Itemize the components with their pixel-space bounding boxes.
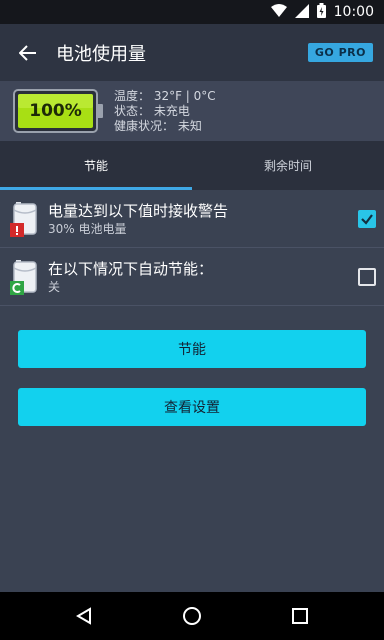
battery-percent: 100% <box>29 101 82 121</box>
battery-health: 健康状况： 未知 <box>114 118 202 133</box>
battery-state: 状态： 未充电 <box>114 103 190 118</box>
signal-icon <box>294 3 309 22</box>
back-button[interactable] <box>0 24 56 81</box>
tab-bar: 节能 剩余时间 <box>0 141 384 190</box>
view-settings-button[interactable]: 查看设置 <box>18 388 366 426</box>
auto-saving-checkbox[interactable] <box>358 267 376 286</box>
go-pro-button[interactable]: GO PRO <box>307 43 373 62</box>
system-nav-bar <box>0 592 384 640</box>
battery-saver-icon <box>0 248 48 306</box>
battery-level-indicator: 100% <box>13 89 105 133</box>
nav-home-button[interactable] <box>168 592 216 640</box>
nav-back-button[interactable] <box>60 592 108 640</box>
arrow-back-icon <box>19 44 36 61</box>
battery-details: 温度： 32°F | 0°C 状态： 未充电 健康状况： 未知 <box>114 89 216 134</box>
battery-temperature: 温度： 32°F | 0°C <box>114 88 216 103</box>
recents-square-icon <box>292 608 308 624</box>
check-icon <box>361 213 373 225</box>
setting-title: 电量达到以下值时接收警告 <box>48 201 229 220</box>
setting-text: 在以下情况下自动节能： 关 <box>48 259 358 295</box>
battery-alert-icon <box>0 190 48 248</box>
back-triangle-icon <box>76 607 91 625</box>
status-time: 10:00 <box>333 4 374 20</box>
page-title: 电池使用量 <box>56 43 146 65</box>
setting-subtitle: 关 <box>48 279 61 294</box>
alert-checkbox[interactable] <box>358 209 376 228</box>
setting-title: 在以下情况下自动节能： <box>48 259 214 278</box>
wifi-icon <box>270 3 287 22</box>
main-content: 电量达到以下值时接收警告 30% 电池电量 在以下情况下自动节能： 关 节能 查… <box>0 190 384 592</box>
app-bar: 电池使用量 GO PRO <box>0 24 384 81</box>
setting-subtitle: 30% 电池电量 <box>48 221 127 236</box>
setting-row-auto-saving[interactable]: 在以下情况下自动节能： 关 <box>0 248 384 306</box>
power-save-button[interactable]: 节能 <box>18 330 366 368</box>
tab-remaining-time[interactable]: 剩余时间 <box>192 141 384 190</box>
battery-info-panel: 100% 温度： 32°F | 0°C 状态： 未充电 健康状况： 未知 <box>0 81 384 141</box>
battery-charging-icon <box>316 2 326 22</box>
nav-recents-button[interactable] <box>276 592 324 640</box>
home-circle-icon <box>183 607 201 625</box>
setting-row-low-battery-alert[interactable]: 电量达到以下值时接收警告 30% 电池电量 <box>0 190 384 248</box>
setting-text: 电量达到以下值时接收警告 30% 电池电量 <box>48 201 358 237</box>
status-bar: 10:00 <box>0 0 384 24</box>
tab-power-saving[interactable]: 节能 <box>0 141 192 190</box>
